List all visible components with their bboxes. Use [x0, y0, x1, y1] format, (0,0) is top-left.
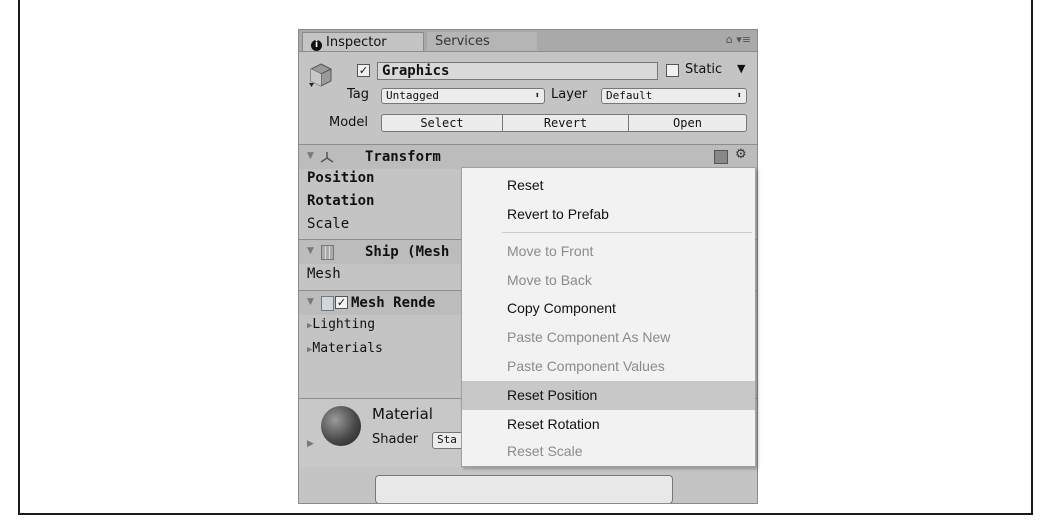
tag-value: Untagged: [386, 89, 439, 102]
lighting-label: Lighting: [312, 317, 376, 332]
lighting-row[interactable]: ▶Lighting: [307, 317, 375, 332]
select-button[interactable]: Select: [381, 114, 503, 132]
tab-services[interactable]: Services: [427, 32, 537, 51]
menu-item-move-to-back: Move to Back: [507, 272, 592, 288]
static-checkbox[interactable]: [666, 64, 679, 77]
menu-separator: [502, 232, 752, 233]
menu-item-paste-component-as-new: Paste Component As New: [507, 329, 671, 345]
layer-label: Layer: [551, 87, 588, 102]
material-preview-sphere: [321, 406, 361, 446]
shader-label: Shader: [372, 432, 419, 447]
tab-inspector-label: Inspector: [326, 35, 387, 50]
menu-item-reset-rotation[interactable]: Reset Rotation: [462, 411, 755, 437]
tab-bar: i Inspector Services ⌂ ▾≡: [299, 30, 757, 52]
static-label: Static: [685, 62, 723, 77]
rotation-label: Rotation: [307, 193, 375, 209]
expand-arrow-icon[interactable]: ▶: [307, 439, 314, 449]
active-checkbox[interactable]: ✓: [357, 64, 370, 77]
menu-item-move-to-front: Move to Front: [507, 243, 594, 259]
tab-inspector[interactable]: i Inspector: [302, 32, 424, 51]
dropdown-arrow-icon: ⬍: [736, 91, 742, 101]
info-icon: i: [311, 40, 322, 51]
renderer-enabled-checkbox[interactable]: ✓: [335, 296, 348, 309]
mesh-filter-icon: [321, 245, 334, 260]
menu-item-reset-scale: Reset Scale: [507, 443, 583, 459]
model-button-group: Select Revert Open: [381, 114, 747, 132]
menu-item-paste-component-values: Paste Component Values: [507, 358, 665, 374]
model-label: Model: [329, 115, 369, 130]
fold-arrow-icon[interactable]: ▼: [307, 297, 314, 307]
layer-dropdown[interactable]: Default ⬍: [601, 88, 747, 104]
mesh-label: Mesh: [307, 266, 341, 282]
object-name-field[interactable]: Graphics: [377, 62, 658, 80]
revert-button[interactable]: Revert: [502, 114, 629, 132]
open-button[interactable]: Open: [628, 114, 747, 132]
transform-title: Transform: [365, 149, 441, 165]
context-menu: Reset Revert to Prefab Move to Front Mov…: [461, 167, 756, 467]
menu-item-revert-to-prefab[interactable]: Revert to Prefab: [462, 201, 755, 227]
transform-axes-icon: [320, 152, 334, 163]
menu-item-reset-position[interactable]: Reset Position: [462, 381, 755, 410]
scale-label: Scale: [307, 216, 350, 232]
add-component-button[interactable]: [375, 475, 673, 503]
position-label: Position: [307, 170, 375, 186]
help-book-icon[interactable]: [714, 150, 728, 164]
material-name: Material: [372, 405, 433, 423]
mesh-renderer-icon: [321, 296, 334, 311]
layer-value: Default: [606, 89, 653, 102]
static-dropdown-icon[interactable]: ▼: [737, 62, 745, 75]
fold-arrow-icon[interactable]: ▼: [307, 246, 314, 256]
fold-arrow-icon[interactable]: ▼: [307, 151, 314, 161]
materials-label: Materials: [312, 341, 383, 356]
mesh-filter-title: Ship (Mesh: [365, 244, 450, 260]
materials-row[interactable]: ▶Materials: [307, 341, 383, 356]
menu-item-copy-component[interactable]: Copy Component: [462, 295, 755, 321]
tag-label: Tag: [347, 87, 370, 102]
mesh-renderer-title: Mesh Rende: [351, 295, 436, 311]
menu-item-reset[interactable]: Reset: [462, 172, 755, 198]
gameobject-cube-icon: [309, 63, 332, 87]
transform-header[interactable]: ▼ Transform ⚙: [299, 145, 757, 169]
tag-dropdown[interactable]: Untagged ⬍: [381, 88, 545, 104]
gear-icon[interactable]: ⚙: [735, 147, 747, 162]
lock-menu-icon[interactable]: ⌂ ▾≡: [726, 33, 751, 46]
dropdown-arrow-icon: ⬍: [534, 91, 540, 101]
